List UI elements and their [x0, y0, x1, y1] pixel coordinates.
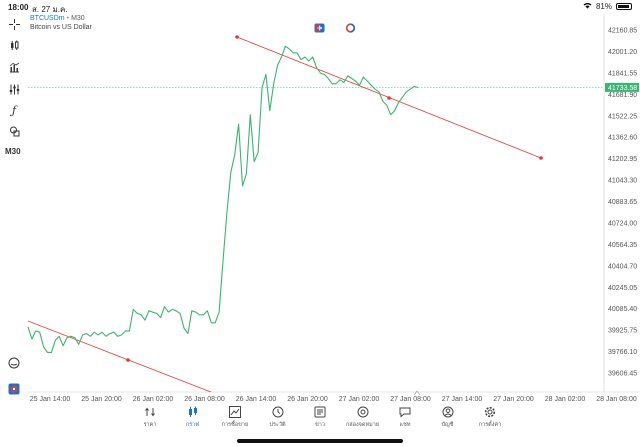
time-tick-label: 27 Jan 08:00	[390, 396, 431, 403]
mail-icon	[357, 406, 369, 418]
time-tick-label: 25 Jan 20:00	[81, 396, 122, 403]
nav-item-quotes[interactable]: ราคา	[130, 406, 170, 436]
time-tick-label: 27 Jan 14:00	[442, 396, 483, 403]
account-icon	[442, 406, 454, 418]
nav-label: ราคา	[143, 422, 157, 428]
nav-item-candles[interactable]: กราฟ	[173, 406, 213, 436]
time-tick-label: 26 Jan 14:00	[236, 396, 277, 403]
magnet-icon[interactable]	[6, 356, 22, 370]
candles-icon	[187, 406, 199, 418]
price-series-line	[27, 45, 419, 353]
price-tick-label: 40245.05	[608, 285, 637, 292]
nav-item-account[interactable]: บัญชี	[428, 406, 468, 436]
time-tick-label: 26 Jan 20:00	[287, 396, 328, 403]
price-tick-label: 41522.25	[608, 113, 637, 120]
price-tick-label: 40883.65	[608, 199, 637, 206]
symbol-description: Bitcoin vs US Dollar	[30, 24, 92, 31]
nav-item-trade-chart[interactable]: การซื้อขาย	[215, 406, 255, 436]
price-tick-label: 42160.85	[608, 28, 637, 35]
chat-icon	[399, 406, 411, 418]
nav-label: ข่าว	[315, 422, 325, 428]
trend-anchor	[126, 358, 130, 362]
gear-icon	[484, 406, 496, 418]
symbol-info: BTCUSDm • M30 Bitcoin vs US Dollar	[30, 15, 92, 31]
time-tick-label: 27 Jan 20:00	[493, 396, 534, 403]
home-indicator	[237, 439, 403, 443]
time-tick-label: 26 Jan 08:00	[184, 396, 225, 403]
time-tick-label: 26 Jan 02:00	[133, 396, 174, 403]
price-chart[interactable]: 42160.85 42001.20 41841.55 41681.90 41522.25…	[0, 0, 640, 447]
bottom-nav: ราคา กราฟ การซื้อขาย ประวัติ ข่าว กล่องจดหมาย…	[130, 406, 510, 436]
time-tick-label: 27 Jan 02:00	[339, 396, 380, 403]
crosshair-icon[interactable]	[6, 17, 22, 31]
price-tick-label: 40564.35	[608, 242, 637, 249]
symbol-ticker[interactable]: BTCUSDm	[30, 15, 65, 22]
price-tick-label: 40404.70	[608, 263, 637, 270]
price-tick-label: 39606.45	[608, 371, 637, 378]
nav-item-history[interactable]: ประวัติ	[258, 406, 298, 436]
trade-panel-icon[interactable]	[314, 20, 325, 38]
current-price-text: 41733.58	[608, 85, 637, 92]
function-icon[interactable]: ƒ	[6, 103, 22, 117]
sync-icon[interactable]	[345, 20, 356, 38]
price-tick-label: 39925.75	[608, 328, 637, 335]
left-toolbar: ƒ M30	[0, 14, 28, 404]
price-tick-label: 39766.10	[608, 349, 637, 356]
price-tick-label: 41202.95	[608, 156, 637, 163]
news-icon	[314, 406, 326, 418]
indicators-icon[interactable]	[6, 60, 22, 74]
nav-label: แชท	[399, 422, 411, 428]
settings-sliders-icon[interactable]	[6, 82, 22, 96]
time-axis-marker	[413, 390, 421, 396]
nav-label: กราฟ	[185, 422, 200, 428]
time-tick-label: 28 Jan 02:00	[545, 396, 586, 403]
nav-item-news[interactable]: ข่าว	[300, 406, 340, 436]
price-tick-label: 42001.20	[608, 49, 637, 56]
trend-anchor	[387, 96, 391, 100]
nav-item-chat[interactable]: แชท	[385, 406, 425, 436]
bell-icon[interactable]	[6, 382, 22, 396]
nav-label: บัญชี	[441, 422, 454, 428]
trend-anchor	[539, 156, 543, 160]
price-tick-label: 40085.40	[608, 306, 637, 313]
chart-type-icon[interactable]	[6, 38, 22, 52]
nav-label: กล่องจดหมาย	[345, 422, 380, 428]
nav-item-mail[interactable]: กล่องจดหมาย	[343, 406, 383, 436]
price-tick-label: 41681.90	[608, 92, 637, 99]
time-tick-label: 25 Jan 14:00	[30, 396, 71, 403]
timeframe-label[interactable]: M30	[5, 147, 21, 156]
history-icon	[272, 406, 284, 418]
nav-label: การซื้อขาย	[221, 422, 249, 428]
nav-label: การตั้งค่า	[478, 422, 502, 428]
price-tick-label: 41362.60	[608, 135, 637, 142]
quotes-icon	[144, 406, 156, 418]
nav-item-gear[interactable]: การตั้งค่า	[470, 406, 510, 436]
time-tick-label: 28 Jan 08:00	[596, 396, 637, 403]
top-icons	[314, 20, 356, 38]
trend-anchor	[235, 35, 239, 39]
price-tick-label: 41841.55	[608, 70, 637, 77]
nav-label: ประวัติ	[269, 422, 286, 428]
shapes-icon[interactable]	[6, 124, 22, 138]
trade-chart-icon	[229, 406, 241, 418]
price-tick-label: 40724.00	[608, 220, 637, 227]
symbol-timeframe: M30	[71, 15, 85, 22]
price-tick-label: 41043.30	[608, 178, 637, 185]
